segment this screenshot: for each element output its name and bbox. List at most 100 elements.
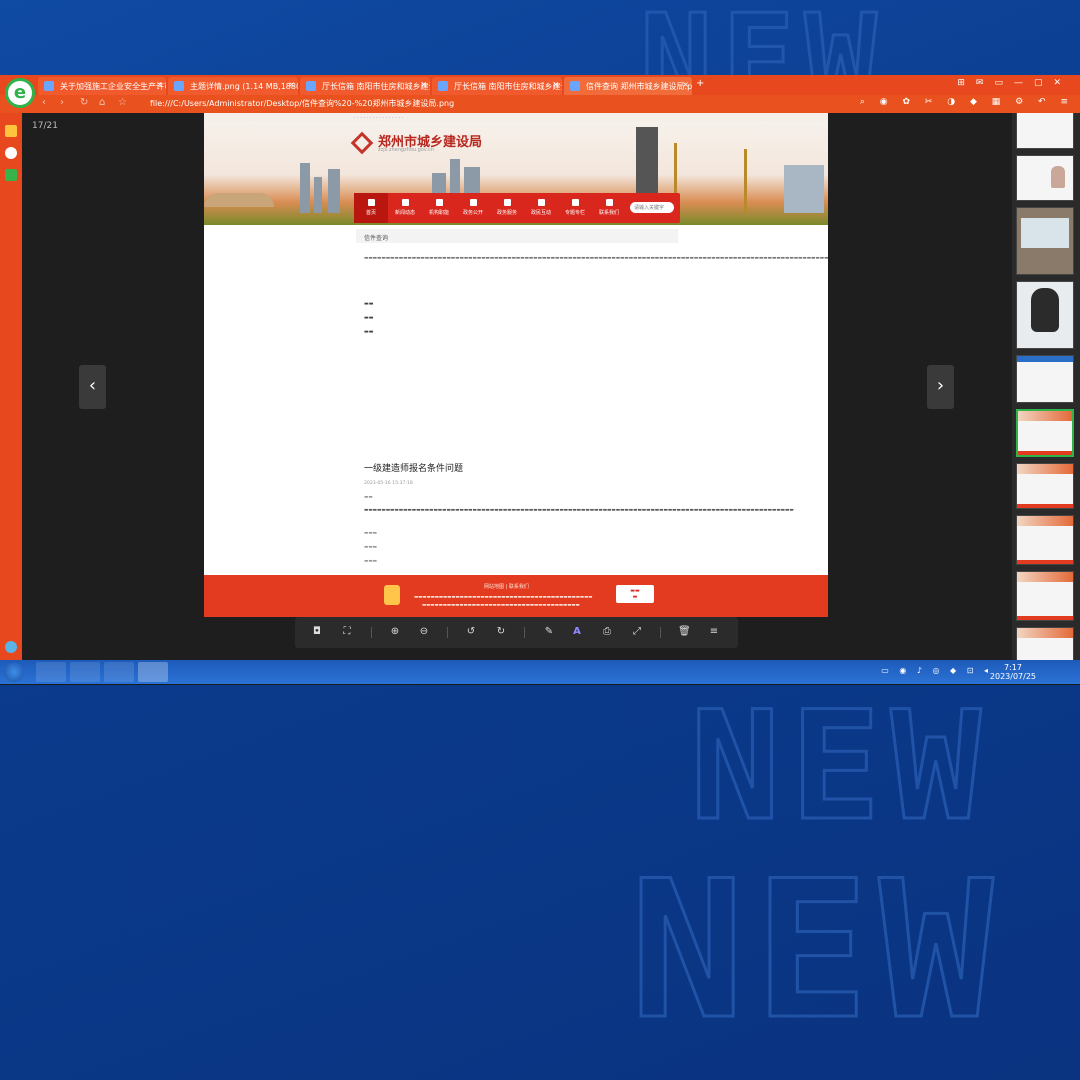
tab-label: 主题详情.png (1.14 MB,1880*: [190, 82, 298, 91]
divider: [447, 627, 448, 638]
menu-item[interactable]: 政务服务: [490, 193, 524, 223]
site-subtitle: zzjs.zhengzhou.gov.cn: [378, 147, 434, 153]
wechat-icon[interactable]: [70, 662, 100, 682]
system-tray[interactable]: ▭ ◉ ♪ ◎ ◆ ⊡ ◂: [881, 666, 992, 675]
info-icon: [469, 199, 477, 206]
news-icon: [401, 199, 409, 206]
site-menu: 首页 新闻动态 机构职能 政务公开 政务服务 政民互动 专题专栏 联系我们 请输…: [354, 193, 680, 223]
building-image: [784, 165, 824, 213]
menu-item[interactable]: 联系我们: [592, 193, 626, 223]
thumbnail[interactable]: [1016, 355, 1074, 403]
delete-icon[interactable]: 🗑: [678, 626, 691, 638]
help-icon[interactable]: [5, 641, 17, 653]
prev-image-button[interactable]: ‹: [79, 365, 106, 409]
next-image-button[interactable]: ›: [927, 365, 954, 409]
intro-text-placeholder: ▬▬▬▬▬▬▬▬▬▬▬▬▬▬▬▬▬▬▬▬▬▬▬▬▬▬▬▬▬▬▬▬▬▬▬▬▬▬▬▬…: [364, 256, 828, 261]
eye-icon[interactable]: [5, 147, 17, 159]
header-bar: [1017, 516, 1073, 526]
stadium-image: [204, 193, 274, 207]
close-icon[interactable]: ×: [682, 80, 689, 89]
field-label-placeholder: ▬▬: [364, 495, 373, 500]
site-search-input[interactable]: 请输入关键字: [630, 202, 674, 213]
thumbnail[interactable]: [1016, 463, 1074, 509]
menu-icon[interactable]: ≡: [708, 626, 720, 638]
browser-tab-active[interactable]: 信件查询 郑州市城乡建设局.p ×: [564, 77, 692, 95]
menu-item[interactable]: 政务公开: [456, 193, 490, 223]
field-label-placeholder: ▬▬▬: [364, 559, 378, 564]
portrait-icon: [1031, 288, 1059, 332]
back-icon[interactable]: ‹: [42, 97, 46, 108]
refresh-icon[interactable]: ↻: [80, 97, 88, 108]
site-logo-icon: [350, 131, 374, 155]
thumbnail[interactable]: [1016, 571, 1074, 621]
start-button[interactable]: [4, 662, 24, 682]
new-tab-icon[interactable]: +: [696, 78, 704, 89]
page-icon: [570, 81, 580, 91]
field-label-placeholder: ▬▬: [364, 315, 374, 321]
thumbnail[interactable]: [1016, 627, 1074, 663]
fullscreen-icon[interactable]: ⤢: [631, 626, 643, 638]
menu-item[interactable]: 新闻动态: [388, 193, 422, 223]
toolbar-icons[interactable]: ⌕ ◉ ✿ ✂ ◑ ◆ ▦ ⚙ ↶ ≡: [860, 97, 1074, 107]
footer-bar: [1018, 451, 1072, 455]
browser-tab[interactable]: 厅长信箱 南阳市住房和城乡建设 ×: [300, 77, 430, 95]
tab-label: 厅长信箱 南阳市住房和城乡建设: [454, 82, 562, 91]
app-icon[interactable]: [5, 169, 17, 181]
url-field[interactable]: file:///C:/Users/Administrator/Desktop/信…: [150, 98, 454, 109]
print-icon[interactable]: ⎙: [601, 626, 613, 638]
building-image: [314, 177, 322, 213]
field-label-placeholder: ▬▬▬: [364, 531, 378, 536]
browser-taskbar-icon[interactable]: [138, 662, 168, 682]
tab-label: 关于加强施工企业安全生产许可: [60, 82, 166, 91]
ie-icon[interactable]: [36, 662, 66, 682]
chat-icon: [537, 199, 545, 206]
building-image: [328, 169, 340, 213]
browser-tab[interactable]: 关于加强施工企业安全生产许可 ×: [38, 77, 166, 95]
forward-icon[interactable]: ›: [60, 97, 64, 108]
crane-image: [744, 149, 747, 213]
menu-item[interactable]: 政民互动: [524, 193, 558, 223]
window-controls[interactable]: ⊞✉▭—▢✕: [957, 78, 1072, 88]
menu-item[interactable]: 机构职能: [422, 193, 456, 223]
viewer-toolbar: ◘ ⛶ ⊕ ⊖ ↺ ↻ ✎ A ⎙ ⤢ 🗑 ≡: [295, 617, 738, 648]
browser-logo-icon[interactable]: e: [5, 78, 35, 108]
footer-bar: [1017, 616, 1073, 620]
close-icon[interactable]: ×: [156, 80, 163, 89]
question-date: 2023-05-16 15:37:18: [364, 481, 413, 486]
thumbnail[interactable]: [1016, 281, 1074, 349]
browser-tab[interactable]: 厅长信箱 南阳市住房和城乡建设 ×: [432, 77, 562, 95]
footer-links[interactable]: 网站地图 | 联系我们: [484, 583, 529, 590]
service-icon: [503, 199, 511, 206]
photo-icon: [1051, 166, 1065, 188]
wallpaper-decoration: NEW: [628, 839, 1004, 1063]
clock[interactable]: 7:17 2023/07/25: [990, 663, 1036, 681]
home-icon[interactable]: ⌂: [99, 97, 105, 108]
thumbnail[interactable]: [1016, 155, 1074, 201]
zoom-out-icon[interactable]: ⊖: [418, 626, 430, 638]
wallpaper-decoration: NEW: [689, 679, 991, 856]
thumbnail[interactable]: [1016, 113, 1074, 149]
rotate-left-icon[interactable]: ↺: [465, 626, 477, 638]
browser-tab[interactable]: 主题详情.png (1.14 MB,1880* ×: [168, 77, 298, 95]
menu-item[interactable]: 专题专栏: [558, 193, 592, 223]
close-icon[interactable]: ×: [552, 80, 559, 89]
id-card-icon: [1021, 218, 1069, 248]
menu-item[interactable]: 首页: [354, 193, 388, 223]
error-report-badge[interactable]: ▬▬ ▬: [616, 585, 654, 603]
thumbnail[interactable]: [1016, 207, 1074, 275]
rotate-right-icon[interactable]: ↻: [495, 626, 507, 638]
mouse-icon[interactable]: ◘: [311, 626, 323, 638]
thumbnail[interactable]: [1016, 515, 1074, 565]
favorites-icon[interactable]: [5, 125, 17, 137]
taskbar: ▭ ◉ ♪ ◎ ◆ ⊡ ◂ 7:17 2023/07/25: [0, 660, 1080, 684]
close-icon[interactable]: ×: [288, 80, 295, 89]
star-icon[interactable]: ☆: [118, 97, 127, 108]
zoom-in-icon[interactable]: ⊕: [389, 626, 401, 638]
thumbnail-selected[interactable]: [1016, 409, 1074, 457]
close-icon[interactable]: ×: [420, 80, 427, 89]
fit-icon[interactable]: ⛶: [341, 626, 353, 638]
ai-icon[interactable]: A: [571, 626, 583, 638]
edit-icon[interactable]: ✎: [543, 626, 555, 638]
word-icon[interactable]: [104, 662, 134, 682]
menu-label: 机构职能: [428, 210, 449, 216]
